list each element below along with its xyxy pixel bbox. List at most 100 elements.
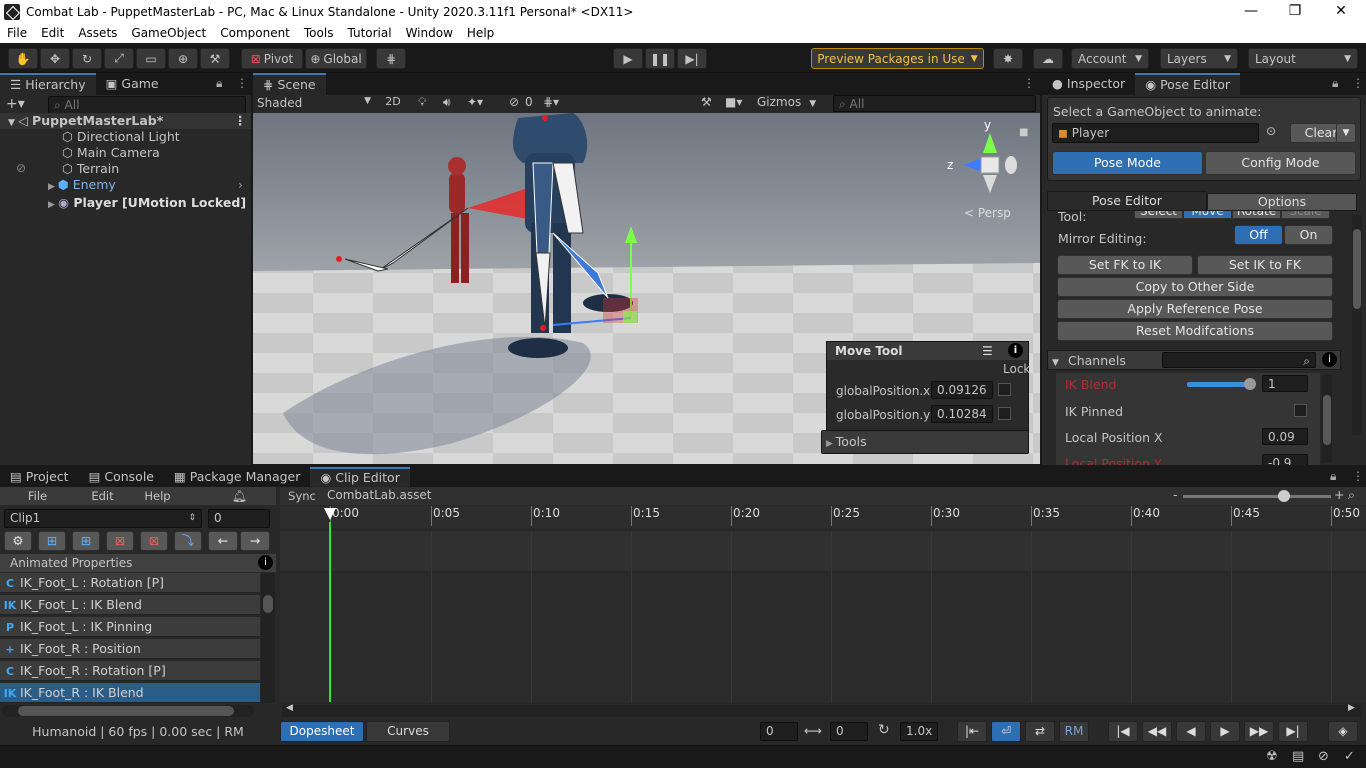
- loop-icon[interactable]: ⇄: [1025, 721, 1055, 742]
- zoom-slider-handle[interactable]: [1278, 490, 1290, 502]
- bug-icon[interactable]: ☢: [1266, 749, 1278, 764]
- timeline-summary-track[interactable]: [280, 531, 1366, 571]
- tab-options[interactable]: Options: [1207, 193, 1357, 211]
- transform-tool-icon[interactable]: ⊕: [168, 48, 198, 69]
- zoom-slider[interactable]: [1183, 495, 1331, 498]
- effects-icon[interactable]: ✦▾: [467, 95, 483, 109]
- lock-x-checkbox[interactable]: [998, 383, 1011, 396]
- playhead-line[interactable]: [329, 522, 331, 702]
- play-button[interactable]: ▶: [613, 48, 643, 69]
- arrow-right-icon[interactable]: →: [240, 531, 270, 551]
- sync-button[interactable]: Sync: [284, 487, 320, 505]
- tab-scene[interactable]: ⋕ Scene: [253, 73, 326, 95]
- scrollbar-thumb[interactable]: [1353, 229, 1361, 309]
- position-x-input[interactable]: 0.09126: [931, 381, 993, 399]
- dopesheet-tab[interactable]: Dopesheet: [280, 721, 364, 742]
- kebab-menu-icon[interactable]: ⋮: [1023, 76, 1035, 90]
- local-y-input[interactable]: -0.9: [1262, 454, 1308, 465]
- account-dropdown[interactable]: Account ▼: [1071, 48, 1149, 69]
- cloud-icon[interactable]: ☁: [1033, 48, 1063, 69]
- next-key-icon[interactable]: ▶▶: [1244, 721, 1274, 742]
- pivot-toggle[interactable]: ⊠ Pivot: [241, 48, 303, 69]
- tab-project[interactable]: ▤ Project: [0, 467, 79, 487]
- menu-component[interactable]: Component: [213, 26, 297, 40]
- clip-menu-edit[interactable]: Edit: [75, 487, 130, 505]
- preview-packages-dropdown[interactable]: Preview Packages in Use ▼: [811, 48, 984, 69]
- menu-assets[interactable]: Assets: [71, 26, 124, 40]
- clear-dropdown[interactable]: ▼: [1336, 123, 1356, 143]
- custom-tool-icon[interactable]: ⚒: [200, 48, 230, 69]
- cache-icon[interactable]: ▤: [1292, 749, 1304, 764]
- go-to-start-icon[interactable]: |⇤: [957, 721, 987, 742]
- prev-key-icon[interactable]: ◀◀: [1142, 721, 1172, 742]
- info-icon[interactable]: i: [1322, 352, 1337, 367]
- ik-blend-slider-handle[interactable]: [1244, 378, 1256, 390]
- menu-file[interactable]: File: [0, 26, 34, 40]
- hidden-objects-icon[interactable]: ⊘: [509, 95, 519, 109]
- channels-scrollbar[interactable]: [1322, 375, 1332, 463]
- camera-icon[interactable]: ■▾: [725, 95, 742, 109]
- global-toggle[interactable]: ⊕ Global: [305, 48, 367, 69]
- speed-input[interactable]: 1.0x: [900, 722, 938, 741]
- prev-frame-icon[interactable]: ◀: [1176, 721, 1206, 742]
- menu-icon[interactable]: ☰: [982, 342, 993, 360]
- mirror-on-button[interactable]: On: [1284, 225, 1333, 245]
- tab-pose-editor[interactable]: ◉ Pose Editor: [1135, 73, 1241, 95]
- zoom-out-icon[interactable]: -: [1173, 487, 1178, 502]
- curves-tab[interactable]: Curves: [366, 721, 450, 742]
- hierarchy-item-directional-light[interactable]: ⬡ Directional Light: [0, 129, 180, 145]
- gizmos-dropdown[interactable]: Gizmos ▼: [757, 95, 823, 109]
- visibility-hidden-icon[interactable]: ⊘: [16, 161, 26, 175]
- kebab-menu-icon[interactable]: ⋮: [234, 113, 247, 129]
- tab-game[interactable]: ▣ Game: [96, 73, 169, 95]
- services-icon[interactable]: ✸: [993, 48, 1023, 69]
- position-y-input[interactable]: 0.10284: [931, 405, 993, 423]
- hierarchy-item-enemy[interactable]: ▶ ⬢ Enemy ›: [0, 177, 251, 193]
- reset-modifications-button[interactable]: Reset Modifcations: [1057, 321, 1333, 341]
- lock-icon[interactable]: 🔒︎: [1332, 76, 1338, 91]
- ik-blend-slider[interactable]: [1187, 382, 1249, 387]
- property-row[interactable]: IK IK_Foot_L : IK Blend: [0, 595, 260, 615]
- tool-rotate-button[interactable]: Rotate: [1232, 211, 1281, 219]
- ik-pinned-checkbox[interactable]: [1294, 404, 1307, 417]
- scene-viewport[interactable]: y z < Persp ■ Move Tool ☰ i Lock globalP…: [253, 113, 1040, 464]
- menu-help[interactable]: Help: [460, 26, 501, 40]
- layout-dropdown[interactable]: Layout ▼: [1248, 48, 1358, 69]
- grid-toggle-icon[interactable]: ⋕▾: [543, 95, 559, 109]
- status-ok-icon[interactable]: ✓: [1344, 749, 1355, 764]
- object-picker-icon[interactable]: ⊙: [1266, 124, 1276, 138]
- property-row[interactable]: P IK_Foot_L : IK Pinning: [0, 617, 260, 637]
- scene-search-input[interactable]: ⌕ All: [833, 95, 1036, 112]
- set-ik-to-fk-button[interactable]: Set IK to FK: [1197, 255, 1333, 275]
- frame-input[interactable]: 0: [208, 509, 270, 528]
- rotate-tool-icon[interactable]: ↻: [72, 48, 102, 69]
- shading-dropdown[interactable]: Shaded ▼: [257, 96, 373, 112]
- tools-foldout[interactable]: ▶ Tools: [821, 430, 1029, 454]
- playhead-handle[interactable]: [324, 508, 336, 520]
- settings-gear-icon[interactable]: ⚙: [4, 531, 32, 551]
- properties-scrollbar[interactable]: [261, 573, 275, 703]
- scene-root-row[interactable]: ▼ ◁ PuppetMasterLab* ⋮: [0, 113, 251, 129]
- tab-console[interactable]: ▤ Console: [79, 467, 164, 487]
- object-field[interactable]: ◼ Player: [1052, 123, 1259, 143]
- pause-button[interactable]: ❚❚: [645, 48, 675, 69]
- 2d-toggle[interactable]: 2D: [381, 95, 405, 108]
- channels-header[interactable]: ▼ Channels ⌕ i: [1047, 350, 1341, 370]
- layers-dropdown[interactable]: Layers ▼: [1160, 48, 1238, 69]
- hierarchy-item-player[interactable]: ▶ ◉ Player [UMotion Locked]: [0, 195, 246, 211]
- insert-icon[interactable]: ⤵: [174, 531, 202, 551]
- last-key-icon[interactable]: ▶|: [1278, 721, 1308, 742]
- lock-icon[interactable]: 🔒︎: [216, 76, 222, 91]
- add-key-icon[interactable]: ⊞: [38, 531, 66, 551]
- apply-reference-pose-button[interactable]: Apply Reference Pose: [1057, 299, 1333, 319]
- scale-tool-icon[interactable]: ⤢: [104, 48, 134, 69]
- clip-menu-help[interactable]: Help: [130, 487, 185, 505]
- add-icon[interactable]: +▾: [6, 96, 25, 112]
- scrollbar-thumb[interactable]: [1323, 395, 1331, 445]
- tab-pose-editor-sub[interactable]: Pose Editor: [1047, 191, 1207, 211]
- local-x-input[interactable]: 0.09: [1262, 428, 1308, 445]
- timeline-tracks[interactable]: [280, 573, 1366, 703]
- rect-tool-icon[interactable]: ▭: [136, 48, 166, 69]
- move-tool-icon[interactable]: ✥: [40, 48, 70, 69]
- mirror-off-button[interactable]: Off: [1234, 225, 1283, 245]
